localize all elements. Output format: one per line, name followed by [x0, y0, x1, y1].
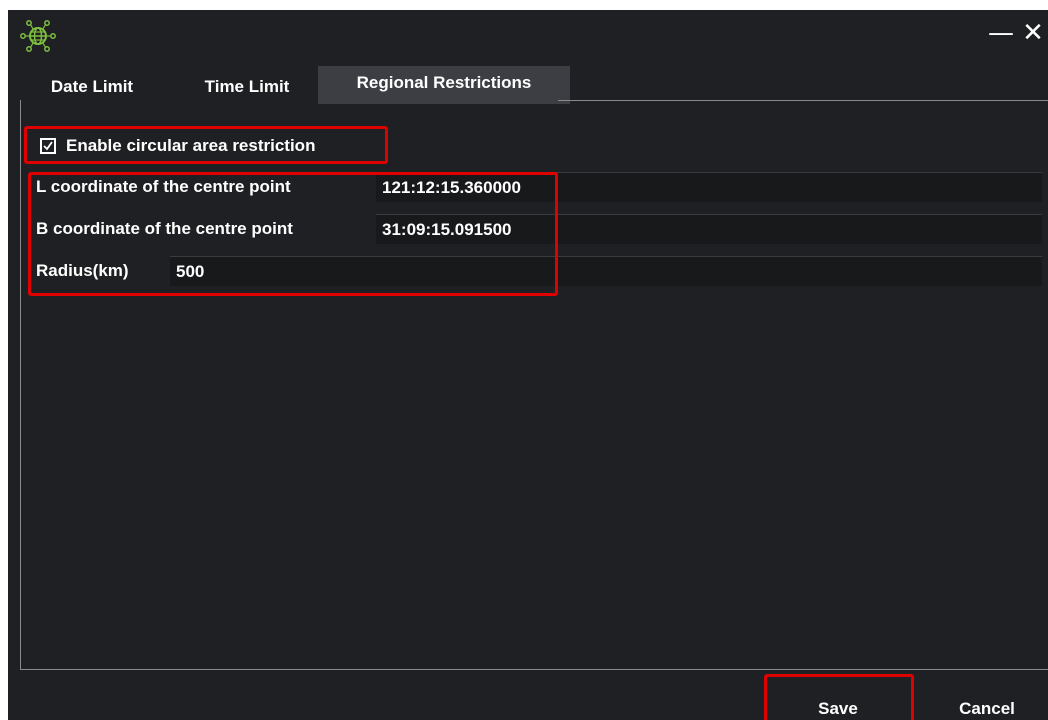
panel-border-left: [20, 100, 21, 670]
tab-bar: Date Limit Time Limit Regional Restricti…: [20, 66, 1048, 104]
circular-restriction-checkbox[interactable]: Enable circular area restriction: [34, 128, 315, 164]
b-coordinate-label: B coordinate of the centre point: [36, 219, 293, 238]
checkbox-label: Enable circular area restriction: [66, 136, 316, 155]
checkbox-checked-icon[interactable]: [40, 138, 56, 154]
l-coordinate-input[interactable]: [376, 172, 1042, 202]
minimize-button[interactable]: —: [988, 20, 1014, 46]
tab-regional-restrictions[interactable]: Regional Restrictions: [318, 66, 570, 104]
title-bar: — ✕: [8, 10, 1048, 62]
b-coordinate-input[interactable]: [376, 214, 1042, 244]
panel-border-bottom: [20, 669, 1048, 670]
globe-network-icon: [20, 18, 56, 54]
tab-time-limit[interactable]: Time Limit: [180, 66, 314, 104]
radius-input[interactable]: [170, 256, 1042, 286]
radius-row: Radius(km): [32, 256, 1042, 286]
l-coordinate-label: L coordinate of the centre point: [36, 177, 291, 196]
l-coordinate-row: L coordinate of the centre point: [32, 172, 1042, 202]
close-button[interactable]: ✕: [1020, 20, 1046, 46]
tab-date-limit[interactable]: Date Limit: [32, 66, 152, 104]
tab-divider: [558, 100, 1048, 101]
cancel-button[interactable]: Cancel: [926, 690, 1048, 720]
save-button[interactable]: Save: [766, 690, 910, 720]
b-coordinate-row: B coordinate of the centre point: [32, 214, 1042, 244]
restriction-dialog: — ✕ Date Limit Time Limit Regional Restr…: [8, 10, 1048, 720]
radius-label: Radius(km): [36, 261, 129, 280]
